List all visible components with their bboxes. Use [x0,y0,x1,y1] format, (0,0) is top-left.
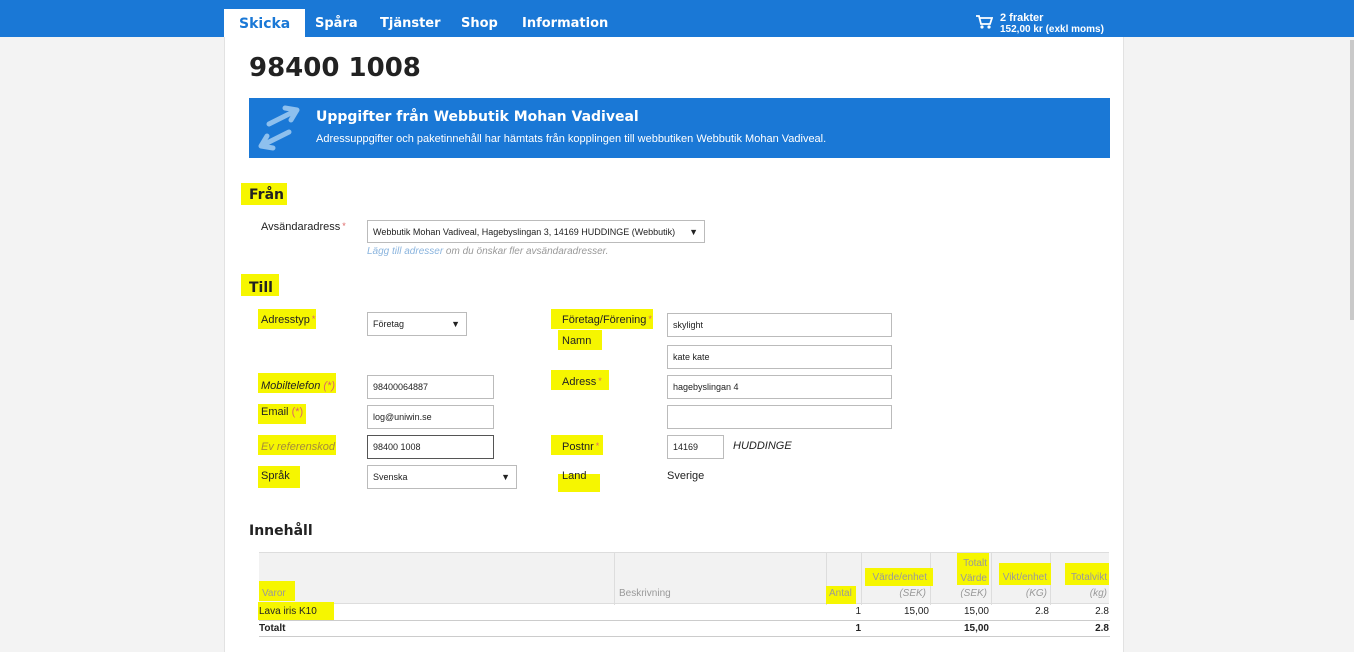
table-total-label: Totalt [259,623,286,634]
reference-code-label: Ev referenskod [261,441,335,453]
required-marker: * [311,314,316,324]
nav-tab-information[interactable]: Information [522,0,608,37]
dropdown-arrow-icon: ▼ [451,319,460,329]
column-header-qty: Antal [829,588,852,599]
column-header-total-value-2: Värde [960,573,987,584]
add-address-link[interactable]: Lägg till adresser [367,246,443,257]
column-header-unit-weight: Vikt/enhet [1002,572,1047,583]
country-value: Sverige [667,470,705,482]
mobile-phone-input[interactable]: 98400064887 [367,375,494,399]
table-total-value: 15,00 [963,623,989,634]
column-header-unit-value: Värde/enhet [872,572,928,583]
table-row-unit-weight: 2.8 [1035,606,1049,617]
email-label-text: Email [261,406,289,418]
top-nav-bar: Skicka Spåra Tjänster Shop Information 2… [0,0,1354,37]
nav-tab-tjanster[interactable]: Tjänster [380,0,441,37]
company-label: Företag/Förening * [562,314,652,326]
section-title-fran: Från [249,187,284,203]
add-address-hint-text: om du önskar fler avsändaradresser. [443,246,609,257]
postcode-label-text: Postnr [562,441,594,453]
webshop-info-banner: Uppgifter från Webbutik Mohan Vadiveal A… [249,98,1110,158]
sender-address-select[interactable]: Webbutik Mohan Vadiveal, Hagebyslingan 3… [367,220,705,243]
reference-code-input[interactable]: 98400 1008 [367,435,494,459]
column-header-items: Varor [262,588,286,599]
language-select[interactable]: Svenska ▼ [367,465,517,489]
table-row-item: Lava iris K10 [259,606,317,617]
address-type-label: Adresstyp * [261,314,315,326]
name-input[interactable]: kate kate [667,345,892,369]
column-header-unit-weight-unit: (KG) [1025,588,1047,599]
column-divider [861,553,862,605]
column-header-total-value-1: Totalt [963,558,987,569]
add-address-hint: Lägg till adresser om du önskar fler avs… [367,246,608,257]
section-title-till: Till [249,280,273,296]
shopping-cart-icon [975,14,994,35]
column-header-total-weight-unit: (kg) [1089,588,1107,599]
sender-address-value: Webbutik Mohan Vadiveal, Hagebyslingan 3… [373,227,676,237]
city-value: HUDDINGE [733,440,792,452]
content-table-header: Varor Beskrivning Antal Värde/enhet (SEK… [259,552,1109,605]
required-marker: * [342,221,346,231]
page-scrollbar[interactable] [1350,40,1354,320]
company-label-text: Företag/Förening [562,314,647,326]
email-input[interactable]: log@uniwin.se [367,405,494,429]
banner-title: Uppgifter från Webbutik Mohan Vadiveal [316,109,639,125]
table-row-qty: 1 [855,606,861,617]
page-title: 98400 1008 [249,53,421,83]
sync-arrows-icon [255,104,303,157]
mobile-label: Mobiltelefon (*) [261,380,335,392]
column-header-total-value-unit: (SEK) [960,588,987,599]
mobile-required-marker: (*) [323,380,335,392]
language-value: Svenska [373,472,408,482]
sender-address-label-text: Avsändaradress [261,221,341,233]
address-label: Adress * [562,376,602,388]
section-title-innehall: Innehåll [249,523,313,539]
address-type-value: Företag [373,319,405,329]
email-required-marker: (*) [291,406,304,418]
language-label: Språk [261,470,290,482]
nav-tab-spara[interactable]: Spåra [315,0,358,37]
table-row-unit-value: 15,00 [903,606,929,617]
address-label-text: Adress [562,376,597,388]
address-type-label-text: Adresstyp [261,314,310,326]
column-header-unit-value-unit: (SEK) [899,588,926,599]
table-total-weight: 2.8 [1095,623,1109,634]
mobile-label-text: Mobiltelefon [261,380,321,392]
row-divider [259,636,1110,637]
name-label: Namn [562,335,592,347]
main-content: 98400 1008 Uppgifter från Webbutik Mohan… [224,37,1124,652]
address-input[interactable]: hagebyslingan 4 [667,375,892,399]
address-line2-input[interactable] [667,405,892,429]
banner-text: Adressuppgifter och paketinnehåll har hä… [316,133,827,145]
sender-address-label: Avsändaradress * [261,221,346,233]
column-header-total-weight: Totalvikt [1070,572,1107,583]
nav-tab-shop[interactable]: Shop [461,0,498,37]
required-marker: * [648,314,652,324]
address-type-select[interactable]: Företag ▼ [367,312,467,336]
column-divider [991,553,992,605]
dropdown-arrow-icon: ▼ [501,472,510,482]
dropdown-arrow-icon: ▼ [689,227,698,237]
postcode-label: Postnr * [562,441,599,453]
row-divider [259,620,1110,621]
table-row-total-value: 15,00 [963,606,989,617]
required-marker: * [595,441,600,451]
email-label: Email (*) [261,406,303,418]
cart-price: 152,00 kr (exkl moms) [1000,24,1104,35]
postcode-input[interactable]: 14169 [667,435,724,459]
column-divider [614,553,615,605]
table-row-total-weight: 2.8 [1095,606,1109,617]
required-marker: * [598,376,602,386]
country-label: Land [562,470,587,482]
cart-count: 2 frakter [1000,12,1044,24]
table-total-qty: 1 [855,623,861,634]
nav-tab-skicka[interactable]: Skicka [224,9,306,37]
column-header-description: Beskrivning [619,588,671,599]
company-input[interactable]: skylight [667,313,892,337]
